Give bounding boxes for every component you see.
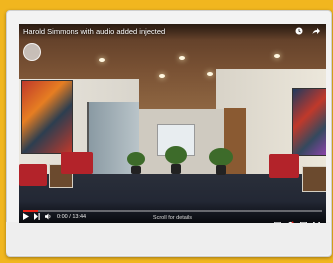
ceiling-light: [179, 56, 185, 60]
top-controls: [295, 27, 320, 35]
painting-right: [292, 88, 326, 156]
next-icon[interactable]: [34, 212, 40, 222]
clock-icon[interactable]: [295, 27, 303, 35]
ceiling-light: [207, 72, 213, 76]
side-table: [302, 166, 326, 192]
channel-avatar[interactable]: [23, 43, 41, 61]
ceiling-light: [99, 58, 105, 62]
pot: [131, 166, 141, 174]
duration: 13:44: [72, 214, 87, 220]
share-icon[interactable]: [312, 27, 320, 35]
plant: [209, 148, 233, 166]
ceiling-light: [274, 54, 280, 58]
fullscreen-icon[interactable]: [312, 215, 321, 223]
video-title[interactable]: Harold Simmons with audio added injected: [23, 27, 165, 36]
chair: [19, 164, 47, 186]
video-frame: [19, 24, 326, 223]
gear-icon[interactable]: [287, 215, 294, 223]
scroll-hint[interactable]: Scroll for details: [153, 215, 192, 221]
player-controls: 0:00 / 13:44: [23, 212, 86, 222]
time-display: 0:00 / 13:44: [57, 214, 86, 220]
chair: [269, 154, 299, 178]
video-player[interactable]: Harold Simmons with audio added injected…: [19, 24, 326, 223]
scene-wood-panel: [224, 108, 246, 180]
plant: [127, 152, 145, 166]
captions-icon[interactable]: [273, 215, 282, 223]
miniplayer-icon[interactable]: [299, 215, 308, 223]
card-footer: [6, 222, 330, 255]
volume-icon[interactable]: [45, 213, 52, 222]
pot: [216, 165, 226, 175]
chair: [61, 152, 93, 174]
plant: [165, 146, 187, 164]
current-time: 0:00: [57, 214, 68, 220]
play-icon[interactable]: [23, 212, 29, 222]
ceiling-light: [159, 74, 165, 78]
right-controls: [273, 215, 321, 223]
painting-left: [21, 80, 73, 154]
pot: [171, 164, 181, 174]
